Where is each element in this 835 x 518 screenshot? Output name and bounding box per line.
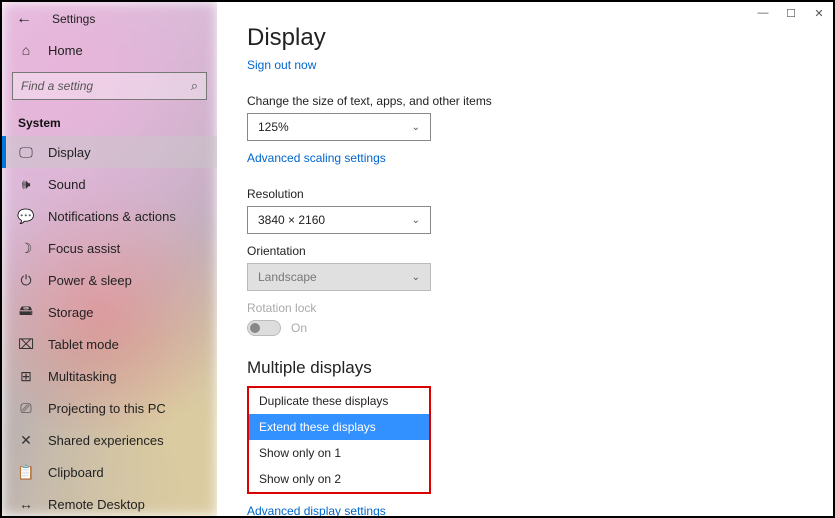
advanced-display-link[interactable]: Advanced display settings [247, 504, 386, 516]
display-mode-option[interactable]: Show only on 1 [249, 440, 429, 466]
sign-out-link[interactable]: Sign out now [247, 58, 316, 72]
sidebar-item-storage[interactable]: 🖴 Storage [2, 296, 217, 328]
section-label-system: System [2, 110, 217, 136]
display-mode-option[interactable]: Extend these displays [249, 414, 429, 440]
sidebar-item-focus-assist[interactable]: ☽ Focus assist [2, 232, 217, 264]
sidebar-item-projecting-to-this-pc[interactable]: ⎚ Projecting to this PC [2, 392, 217, 424]
resolution-label: Resolution [247, 187, 803, 201]
rotation-lock-label: Rotation lock [247, 301, 803, 315]
search-box[interactable]: ⌕ [12, 72, 207, 100]
sidebar-item-sound[interactable]: 🕪 Sound [2, 168, 217, 200]
sidebar-item-remote-desktop[interactable]: ↔ Remote Desktop [2, 488, 217, 516]
nav-icon: ⏻ [18, 272, 34, 288]
nav-label: Multitasking [48, 369, 117, 384]
scale-label: Change the size of text, apps, and other… [247, 94, 803, 108]
multiple-displays-dropdown[interactable]: Duplicate these displaysExtend these dis… [247, 386, 431, 494]
nav-icon: ⌧ [18, 336, 34, 352]
sidebar-item-display[interactable]: 🖵 Display [2, 136, 217, 168]
page-title: Display [247, 24, 803, 52]
orientation-value: Landscape [258, 270, 317, 284]
home-icon: ⌂ [18, 42, 34, 58]
sidebar-item-power-sleep[interactable]: ⏻ Power & sleep [2, 264, 217, 296]
nav-label: Storage [48, 305, 94, 320]
nav-icon: ☽ [18, 240, 34, 256]
advanced-scaling-link[interactable]: Advanced scaling settings [247, 151, 386, 165]
sidebar-item-notifications-actions[interactable]: 💬 Notifications & actions [2, 200, 217, 232]
nav-label: Focus assist [48, 241, 120, 256]
search-icon: ⌕ [191, 78, 198, 94]
search-input[interactable] [21, 79, 191, 93]
main-content: Display Sign out now Change the size of … [217, 2, 833, 516]
nav-label: Shared experiences [48, 433, 164, 448]
nav-icon: 🕪 [18, 176, 34, 192]
display-mode-option[interactable]: Show only on 2 [249, 466, 429, 492]
nav-icon: 🖵 [18, 144, 34, 160]
maximize-button[interactable]: ☐ [777, 2, 805, 24]
rotation-lock-toggle [247, 320, 281, 336]
nav-label: Tablet mode [48, 337, 119, 352]
nav-icon: 📋 [18, 464, 34, 480]
nav-label: Notifications & actions [48, 209, 176, 224]
resolution-select[interactable]: 3840 × 2160 ⌄ [247, 206, 431, 234]
nav-icon: ⎚ [18, 400, 34, 416]
nav-label: Power & sleep [48, 273, 132, 288]
nav-label: Clipboard [48, 465, 104, 480]
chevron-down-icon: ⌄ [412, 122, 420, 133]
nav-icon: 💬 [18, 208, 34, 224]
home-nav[interactable]: ⌂ Home [2, 32, 217, 68]
resolution-value: 3840 × 2160 [258, 213, 325, 227]
display-mode-option[interactable]: Duplicate these displays [249, 388, 429, 414]
sidebar: ← Settings ⌂ Home ⌕ System 🖵 Display 🕪 Soun… [2, 2, 217, 516]
home-label: Home [48, 43, 83, 58]
nav-label: Remote Desktop [48, 497, 145, 512]
nav-icon: ⊞ [18, 368, 34, 384]
chevron-down-icon: ⌄ [412, 215, 420, 226]
minimize-button[interactable]: — [749, 2, 777, 24]
sidebar-item-clipboard[interactable]: 📋 Clipboard [2, 456, 217, 488]
sidebar-item-multitasking[interactable]: ⊞ Multitasking [2, 360, 217, 392]
chevron-down-icon: ⌄ [412, 272, 420, 283]
nav-icon: ✕ [18, 432, 34, 448]
rotation-lock-state: On [291, 321, 307, 335]
window-controls: — ☐ ✕ [749, 2, 833, 24]
nav-icon: ↔ [18, 496, 34, 512]
scale-select[interactable]: 125% ⌄ [247, 113, 431, 141]
nav-icon: 🖴 [18, 304, 34, 320]
orientation-label: Orientation [247, 244, 803, 258]
multiple-displays-heading: Multiple displays [247, 358, 803, 378]
sidebar-item-tablet-mode[interactable]: ⌧ Tablet mode [2, 328, 217, 360]
nav-label: Sound [48, 177, 86, 192]
nav-label: Projecting to this PC [48, 401, 166, 416]
app-title: Settings [52, 12, 95, 26]
close-button[interactable]: ✕ [805, 2, 833, 24]
back-button[interactable]: ← [16, 10, 32, 28]
sidebar-item-shared-experiences[interactable]: ✕ Shared experiences [2, 424, 217, 456]
scale-value: 125% [258, 120, 289, 134]
nav-label: Display [48, 145, 91, 160]
nav-list: 🖵 Display 🕪 Sound 💬 Notifications & actions ☽ F… [2, 136, 217, 516]
orientation-select: Landscape ⌄ [247, 263, 431, 291]
